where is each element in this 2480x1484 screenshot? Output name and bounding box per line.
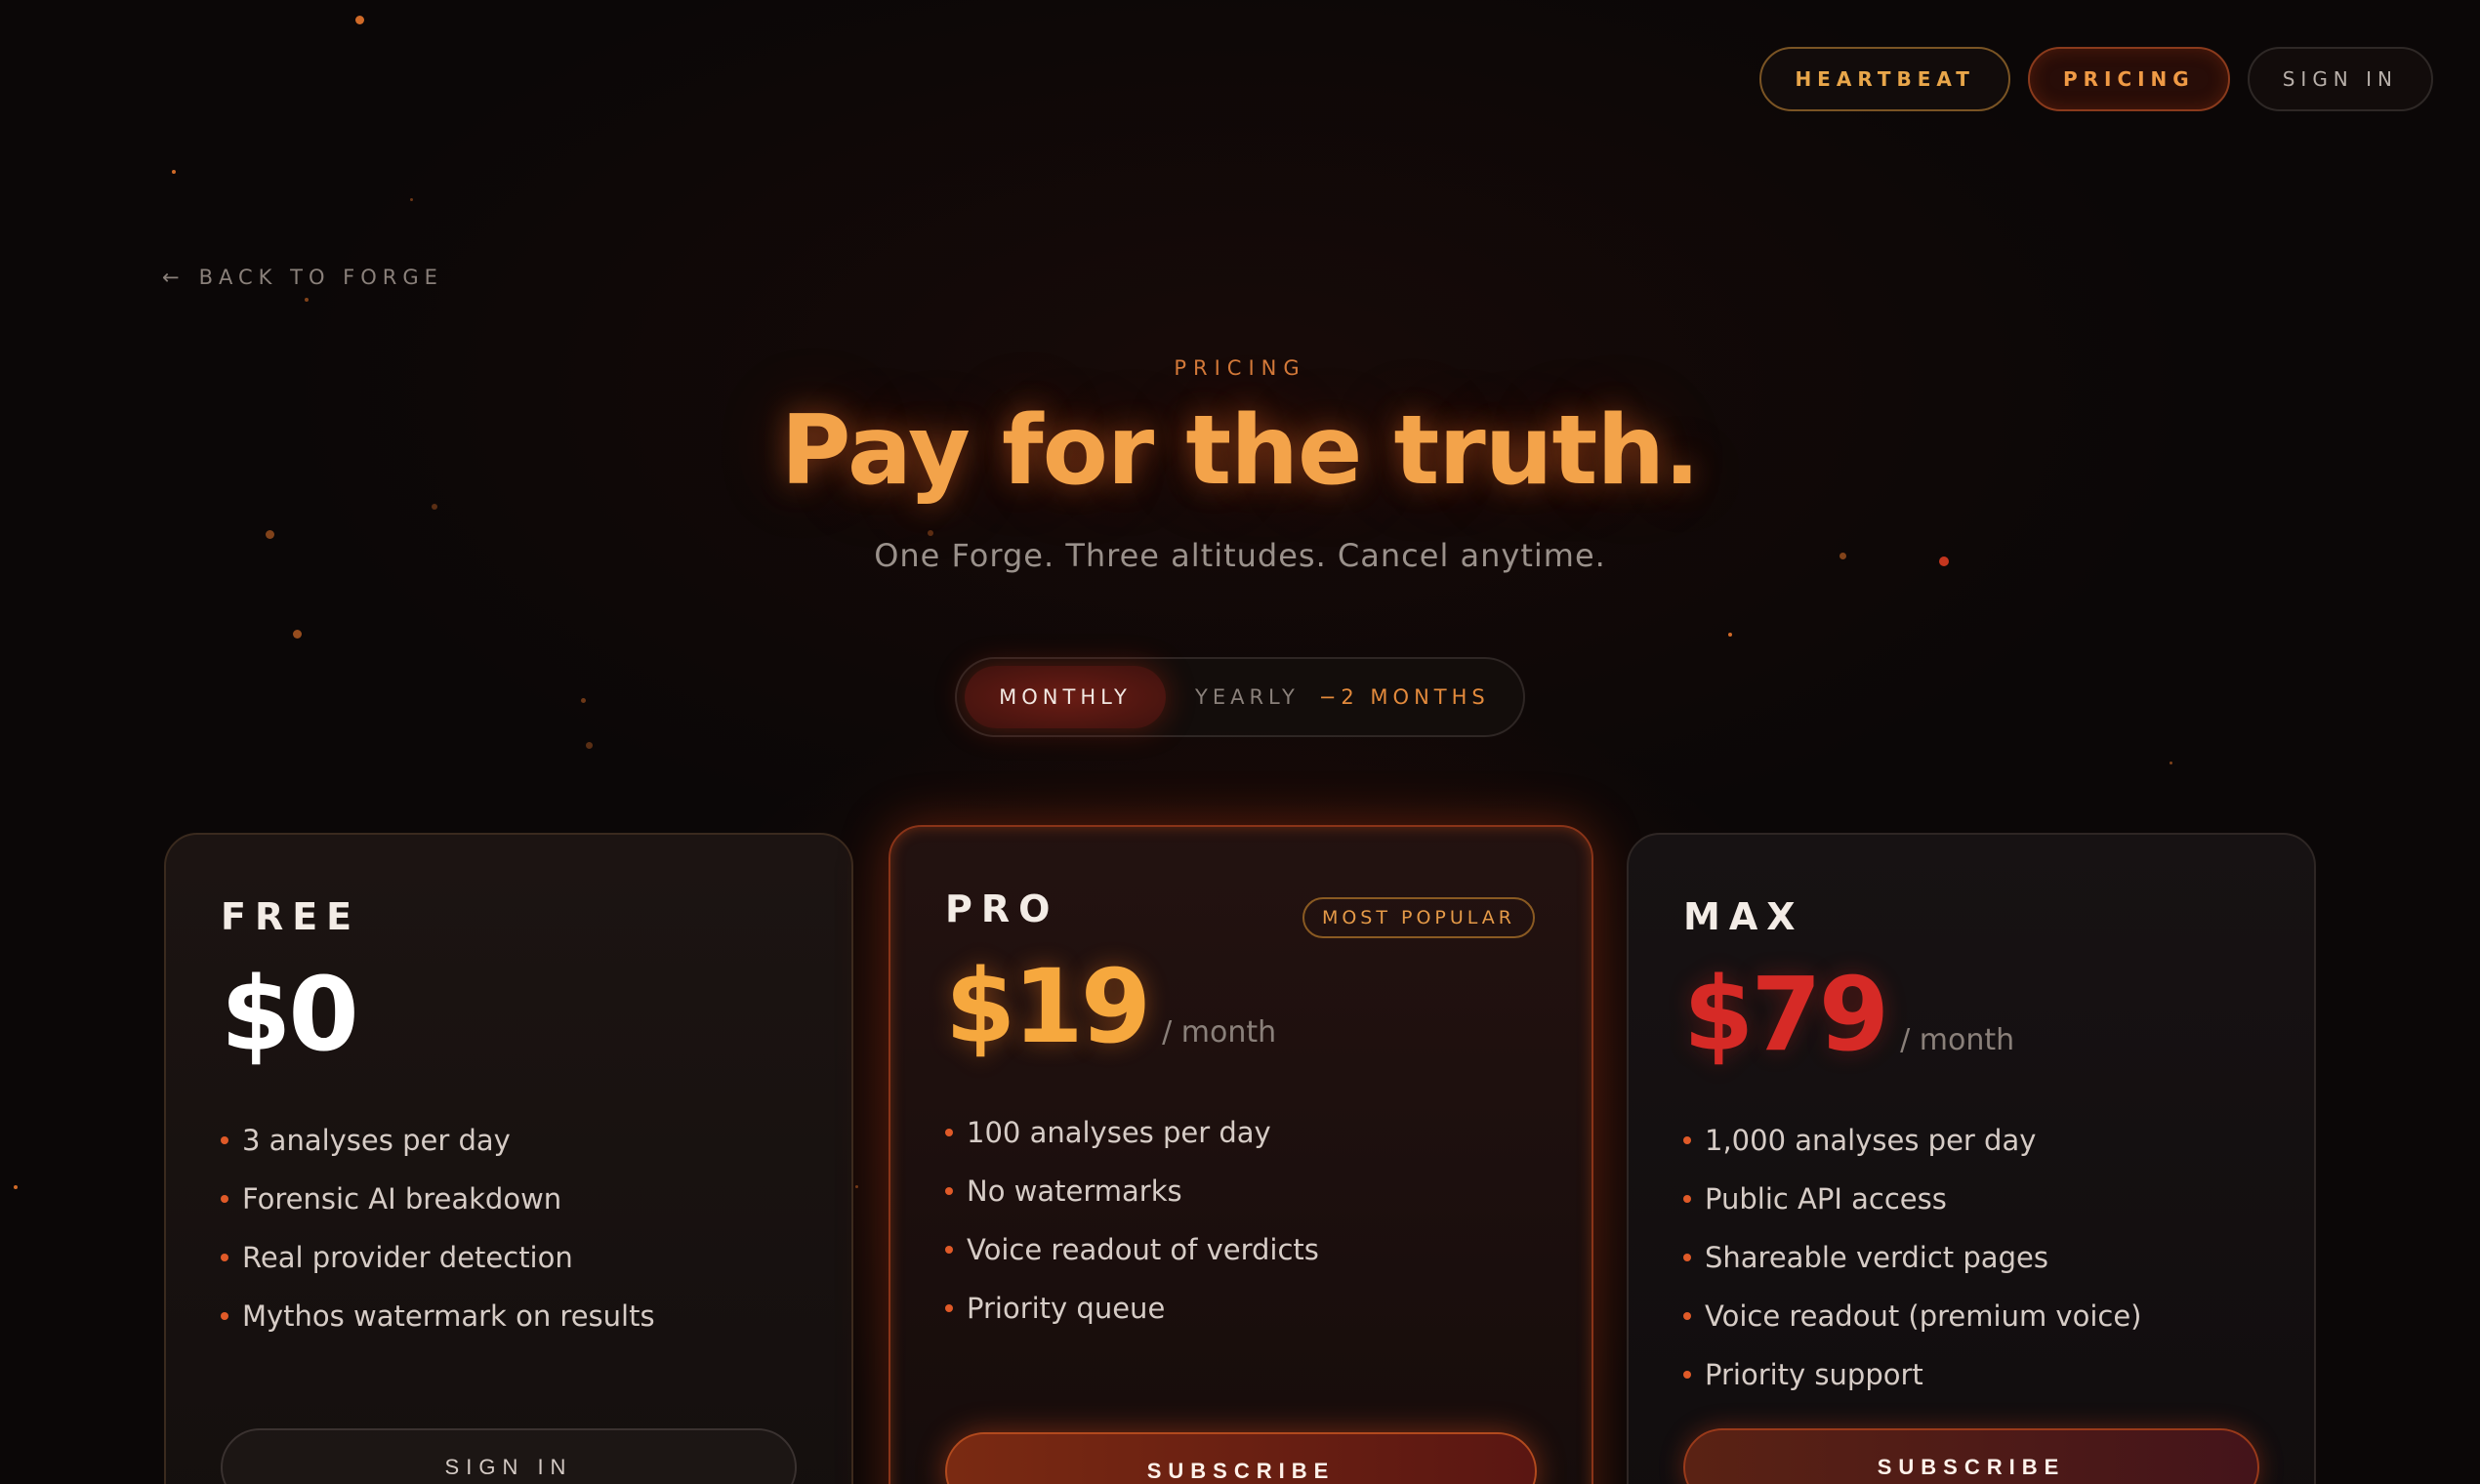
billing-period-toggle: MONTHLY YEARLY −2 MONTHS xyxy=(955,657,1525,737)
list-item: Shareable verdict pages xyxy=(1683,1228,2259,1287)
list-item: 100 analyses per day xyxy=(945,1103,1537,1162)
bullet-icon xyxy=(1683,1136,1691,1145)
bullet-icon xyxy=(945,1187,953,1196)
bullet-icon xyxy=(221,1312,228,1321)
toggle-yearly[interactable]: YEARLY −2 MONTHS xyxy=(1195,685,1490,709)
nav-heartbeat[interactable]: HEARTBEAT xyxy=(1759,47,2010,111)
bullet-icon xyxy=(945,1246,953,1255)
plan-period: / month xyxy=(1162,1015,1277,1050)
arrow-left-icon: ← xyxy=(162,266,186,289)
bullet-icon xyxy=(1683,1195,1691,1204)
plan-price: $19 xyxy=(945,947,1151,1066)
list-item: 1,000 analyses per day xyxy=(1683,1111,2259,1170)
feature-list: 3 analyses per day Forensic AI breakdown… xyxy=(221,1111,797,1345)
bullet-icon xyxy=(1683,1371,1691,1380)
most-popular-badge: MOST POPULAR xyxy=(1302,897,1535,938)
toggle-yearly-label: YEARLY xyxy=(1195,685,1300,709)
list-item: Real provider detection xyxy=(221,1228,797,1287)
back-to-forge-link[interactable]: ← BACK TO FORGE xyxy=(162,266,443,289)
sign-in-button[interactable]: SIGN IN xyxy=(221,1428,797,1484)
plan-card-max: MAX $79 / month 1,000 analyses per day P… xyxy=(1627,833,2316,1484)
bullet-icon xyxy=(221,1195,228,1204)
list-item: 3 analyses per day xyxy=(221,1111,797,1170)
list-item: Forensic AI breakdown xyxy=(221,1170,797,1228)
plan-price: $79 xyxy=(1683,955,1889,1074)
bullet-icon xyxy=(945,1129,953,1137)
section-eyebrow: PRICING xyxy=(1174,356,1306,380)
subscribe-pro-button[interactable]: SUBSCRIBE xyxy=(945,1432,1537,1484)
subscribe-max-button[interactable]: SUBSCRIBE xyxy=(1683,1428,2259,1484)
list-item: Voice readout of verdicts xyxy=(945,1220,1537,1279)
list-item: Voice readout (premium voice) xyxy=(1683,1287,2259,1345)
list-item: Priority support xyxy=(1683,1345,2259,1404)
back-link-label: BACK TO FORGE xyxy=(198,266,443,289)
plan-name: FREE xyxy=(221,895,361,938)
feature-list: 100 analyses per day No watermarks Voice… xyxy=(945,1103,1537,1338)
page-subtitle: One Forge. Three altitudes. Cancel anyti… xyxy=(874,537,1606,574)
feature-list: 1,000 analyses per day Public API access… xyxy=(1683,1111,2259,1404)
plan-period: / month xyxy=(1900,1023,2015,1057)
plan-name: MAX xyxy=(1683,895,1804,938)
bullet-icon xyxy=(221,1136,228,1145)
page-title: Pay for the truth. xyxy=(780,395,1701,507)
nav-pricing[interactable]: PRICING xyxy=(2027,47,2230,111)
list-item: No watermarks xyxy=(945,1162,1537,1220)
plan-card-pro: PRO MOST POPULAR $19 / month 100 analyse… xyxy=(889,825,1593,1484)
plan-price: $0 xyxy=(221,955,359,1074)
list-item: Public API access xyxy=(1683,1170,2259,1228)
bullet-icon xyxy=(1683,1312,1691,1321)
toggle-monthly[interactable]: MONTHLY xyxy=(965,666,1166,728)
bullet-icon xyxy=(221,1254,228,1262)
top-navigation: HEARTBEAT PRICING SIGN IN xyxy=(1759,47,2433,111)
plan-card-free: FREE $0 3 analyses per day Forensic AI b… xyxy=(164,833,853,1484)
bullet-icon xyxy=(1683,1254,1691,1262)
nav-sign-in[interactable]: SIGN IN xyxy=(2247,47,2433,111)
list-item: Priority queue xyxy=(945,1279,1537,1338)
bullet-icon xyxy=(945,1304,953,1313)
yearly-discount-badge: −2 MONTHS xyxy=(1318,685,1490,709)
list-item: Mythos watermark on results xyxy=(221,1287,797,1345)
